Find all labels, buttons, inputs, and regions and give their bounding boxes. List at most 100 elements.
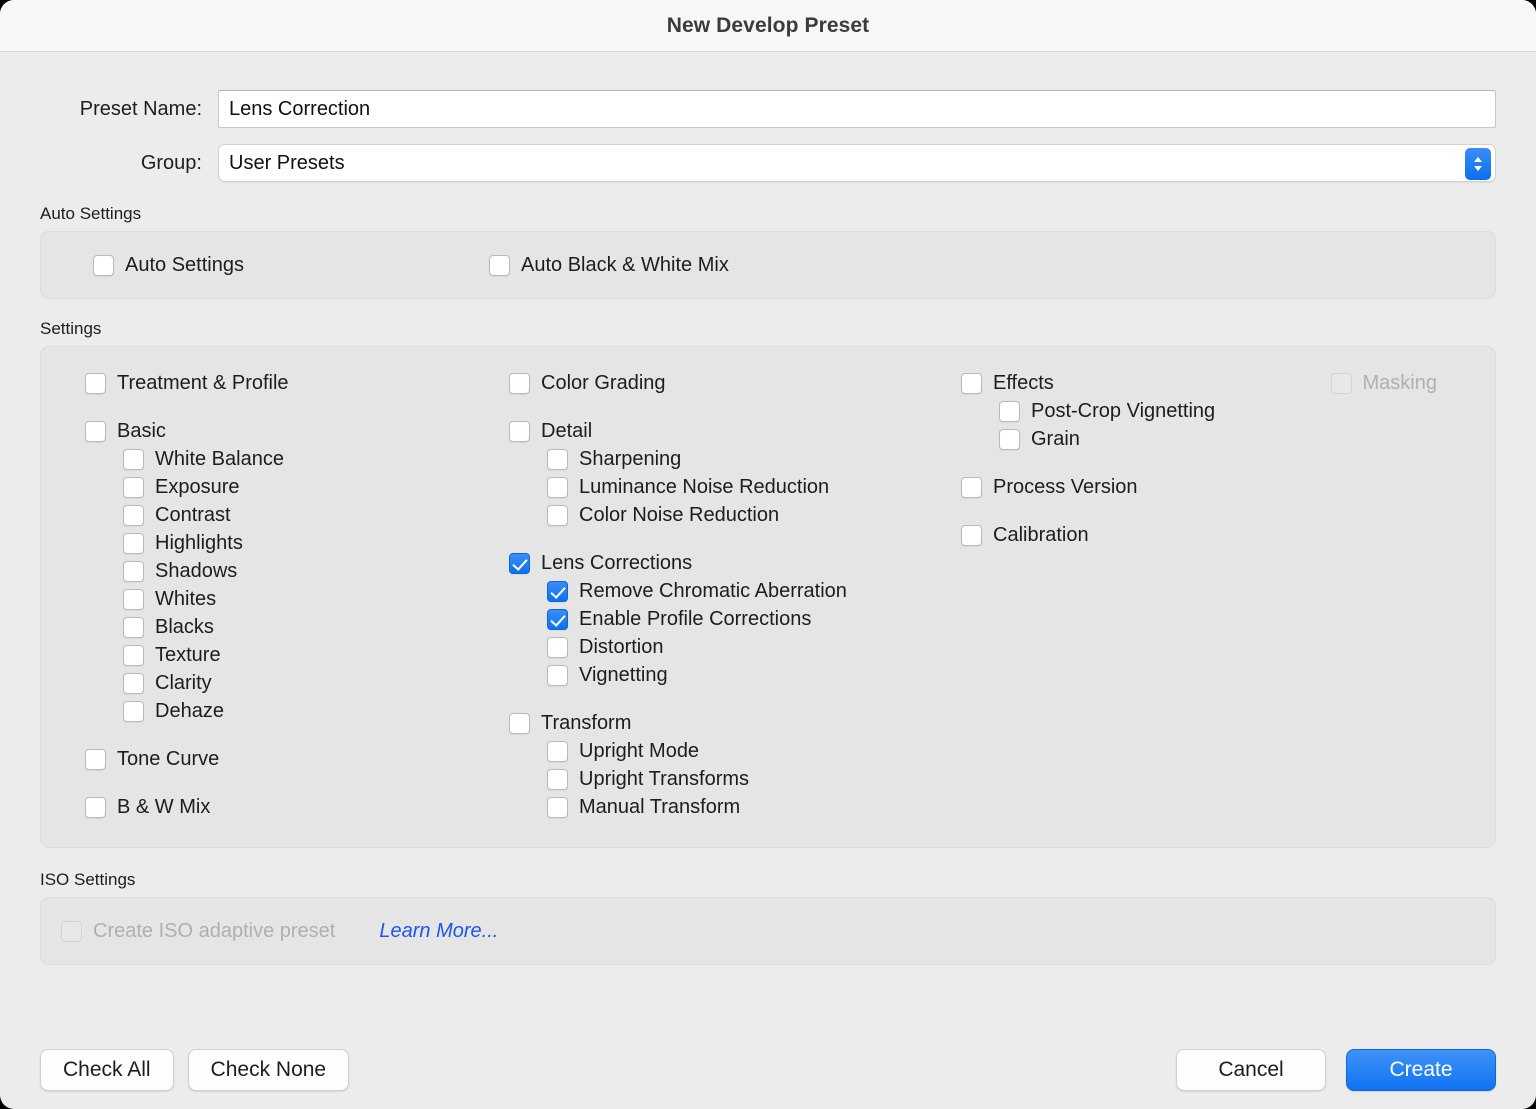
checkbox-label: Manual Transform <box>579 796 740 819</box>
checkbox-box-icon[interactable] <box>961 525 982 546</box>
checkbox-bw-mix[interactable]: B & W Mix <box>85 793 509 821</box>
checkbox-box-icon[interactable] <box>547 581 568 602</box>
checkbox-box-icon[interactable] <box>123 505 144 526</box>
checkbox-box-icon[interactable] <box>547 477 568 498</box>
checkbox-label: Grain <box>1031 428 1080 451</box>
checkbox-exposure[interactable]: Exposure <box>85 473 509 501</box>
checkbox-upright-mode[interactable]: Upright Mode <box>509 737 961 765</box>
checkbox-box-icon[interactable] <box>999 401 1020 422</box>
checkbox-box-icon[interactable] <box>547 769 568 790</box>
checkbox-manual-transform[interactable]: Manual Transform <box>509 793 961 821</box>
checkbox-box-icon[interactable] <box>123 589 144 610</box>
checkbox-box-icon[interactable] <box>547 449 568 470</box>
checkbox-blacks[interactable]: Blacks <box>85 613 509 641</box>
group-row: Group: User Presets <box>40 144 1496 182</box>
checkbox-box-icon[interactable] <box>547 637 568 658</box>
checkbox-auto-black-white-mix[interactable]: Auto Black & White Mix <box>489 254 729 277</box>
checkbox-box-icon[interactable] <box>85 421 106 442</box>
settings-column-3: Effects Post-Crop Vignetting Grain Proce… <box>961 369 1381 821</box>
checkbox-sharpening[interactable]: Sharpening <box>509 445 961 473</box>
checkbox-label: Post-Crop Vignetting <box>1031 400 1215 423</box>
checkbox-white-balance[interactable]: White Balance <box>85 445 509 473</box>
checkbox-auto-settings[interactable]: Auto Settings <box>93 254 489 277</box>
checkbox-label: Luminance Noise Reduction <box>579 476 829 499</box>
check-none-button[interactable]: Check None <box>188 1049 350 1091</box>
checkbox-luminance-noise-reduction[interactable]: Luminance Noise Reduction <box>509 473 961 501</box>
checkbox-box-icon[interactable] <box>123 561 144 582</box>
checkbox-box-icon[interactable] <box>547 505 568 526</box>
checkbox-label: Masking <box>1363 372 1437 395</box>
checkbox-box-icon[interactable] <box>85 749 106 770</box>
checkbox-box-icon[interactable] <box>509 373 530 394</box>
checkbox-label: Contrast <box>155 504 231 527</box>
checkbox-basic[interactable]: Basic <box>85 417 509 445</box>
cancel-button[interactable]: Cancel <box>1176 1049 1326 1091</box>
checkbox-dehaze[interactable]: Dehaze <box>85 697 509 725</box>
checkbox-label: Process Version <box>993 476 1138 499</box>
checkbox-box-icon[interactable] <box>123 701 144 722</box>
checkbox-label: Clarity <box>155 672 212 695</box>
learn-more-link[interactable]: Learn More... <box>379 920 498 943</box>
checkbox-box-icon[interactable] <box>123 617 144 638</box>
checkbox-box-icon[interactable] <box>509 713 530 734</box>
checkbox-box-icon[interactable] <box>85 373 106 394</box>
checkbox-whites[interactable]: Whites <box>85 585 509 613</box>
dialog-footer: Check All Check None Cancel Create <box>0 1031 1536 1109</box>
checkbox-vignetting[interactable]: Vignetting <box>509 661 961 689</box>
checkbox-calibration[interactable]: Calibration <box>961 521 1381 549</box>
checkbox-box-icon[interactable] <box>547 797 568 818</box>
chevron-up-down-icon[interactable] <box>1465 148 1491 180</box>
checkbox-clarity[interactable]: Clarity <box>85 669 509 697</box>
checkbox-upright-transforms[interactable]: Upright Transforms <box>509 765 961 793</box>
checkbox-label: Color Noise Reduction <box>579 504 779 527</box>
check-all-button[interactable]: Check All <box>40 1049 174 1091</box>
checkbox-box-icon[interactable] <box>961 373 982 394</box>
checkbox-process-version[interactable]: Process Version <box>961 473 1381 501</box>
checkbox-contrast[interactable]: Contrast <box>85 501 509 529</box>
checkbox-box-icon[interactable] <box>509 421 530 442</box>
checkbox-box-icon[interactable] <box>123 477 144 498</box>
checkbox-detail[interactable]: Detail <box>509 417 961 445</box>
checkbox-effects[interactable]: Effects <box>961 369 1381 397</box>
checkbox-box-icon[interactable] <box>123 645 144 666</box>
preset-form: Preset Name: Lens Correction Group: User… <box>0 52 1536 182</box>
checkbox-box-icon[interactable] <box>93 255 114 276</box>
checkbox-post-crop-vignetting[interactable]: Post-Crop Vignetting <box>961 397 1381 425</box>
create-button[interactable]: Create <box>1346 1049 1496 1091</box>
checkbox-box-icon[interactable] <box>509 553 530 574</box>
checkbox-box-icon[interactable] <box>489 255 510 276</box>
group-select[interactable]: User Presets <box>218 144 1496 182</box>
checkbox-box-icon[interactable] <box>123 533 144 554</box>
checkbox-tone-curve[interactable]: Tone Curve <box>85 745 509 773</box>
checkbox-label: B & W Mix <box>117 796 210 819</box>
preset-name-input[interactable]: Lens Correction <box>218 90 1496 128</box>
checkbox-box-icon[interactable] <box>961 477 982 498</box>
checkbox-enable-profile-corrections[interactable]: Enable Profile Corrections <box>509 605 961 633</box>
checkbox-label: Vignetting <box>579 664 668 687</box>
checkbox-treatment-profile[interactable]: Treatment & Profile <box>85 369 509 397</box>
checkbox-transform[interactable]: Transform <box>509 709 961 737</box>
checkbox-box-icon[interactable] <box>547 609 568 630</box>
checkbox-texture[interactable]: Texture <box>85 641 509 669</box>
checkbox-label: Whites <box>155 588 216 611</box>
checkbox-color-noise-reduction[interactable]: Color Noise Reduction <box>509 501 961 529</box>
auto-settings-title: Auto Settings <box>40 204 1496 224</box>
checkbox-lens-corrections[interactable]: Lens Corrections <box>509 549 961 577</box>
checkbox-remove-chromatic-aberration[interactable]: Remove Chromatic Aberration <box>509 577 961 605</box>
checkbox-box-icon[interactable] <box>999 429 1020 450</box>
group-label: Group: <box>40 152 218 175</box>
checkbox-label: Remove Chromatic Aberration <box>579 580 847 603</box>
checkbox-box-icon <box>61 921 82 942</box>
checkbox-box-icon[interactable] <box>547 741 568 762</box>
checkbox-box-icon[interactable] <box>85 797 106 818</box>
checkbox-box-icon[interactable] <box>123 449 144 470</box>
checkbox-box-icon[interactable] <box>123 673 144 694</box>
checkbox-box-icon[interactable] <box>547 665 568 686</box>
checkbox-color-grading[interactable]: Color Grading <box>509 369 961 397</box>
checkbox-shadows[interactable]: Shadows <box>85 557 509 585</box>
checkbox-label: Sharpening <box>579 448 681 471</box>
checkbox-label: Shadows <box>155 560 237 583</box>
checkbox-highlights[interactable]: Highlights <box>85 529 509 557</box>
checkbox-grain[interactable]: Grain <box>961 425 1381 453</box>
checkbox-distortion[interactable]: Distortion <box>509 633 961 661</box>
